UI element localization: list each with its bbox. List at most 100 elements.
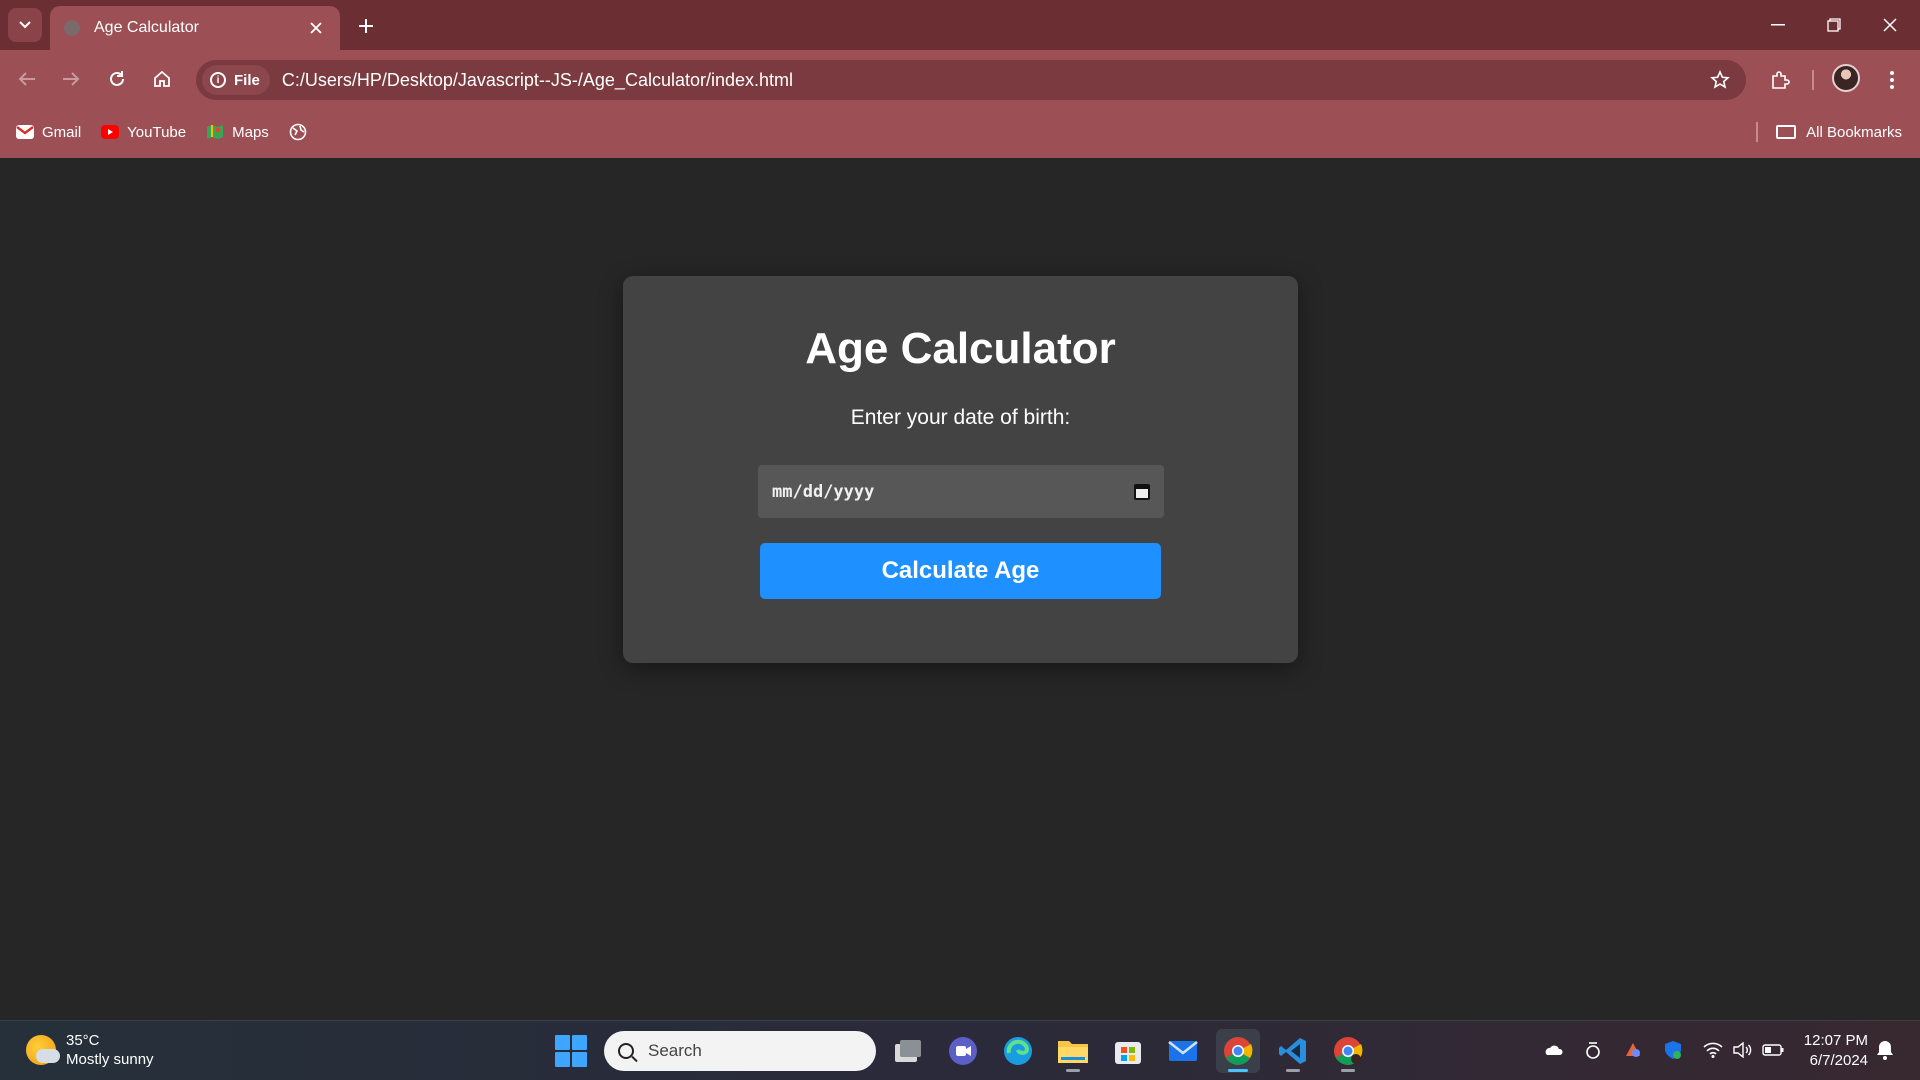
calculate-age-button[interactable]: Calculate Age [760,543,1161,599]
star-icon [1710,70,1730,89]
partly-sunny-icon [26,1035,60,1065]
wifi-icon[interactable] [1702,1039,1724,1061]
mail-icon [1168,1041,1198,1061]
onedrive-icon[interactable] [1542,1039,1564,1061]
address-bar[interactable]: i File C:/Users/HP/Desktop/Javascript--J… [196,60,1746,100]
windows-logo-icon [555,1035,570,1050]
system-clock[interactable]: 12:07 PM 6/7/2024 [1800,1031,1868,1071]
running-indicator [1286,1069,1300,1072]
chrome-icon [1334,1037,1363,1065]
bookmark-star-button[interactable] [1702,62,1738,98]
dob-label: Enter your date of birth: [850,406,1071,429]
plus-icon [359,19,373,33]
puzzle-icon [1772,71,1790,89]
page-title: Age Calculator [805,324,1116,373]
extensions-button[interactable] [1762,62,1798,98]
security-shield-icon[interactable] [1662,1039,1684,1061]
maps-icon [207,125,224,139]
reload-button[interactable] [98,60,136,98]
arrow-left-icon [18,72,35,86]
taskbar-search-placeholder: Search [648,1041,702,1060]
new-tab-button[interactable] [352,12,380,40]
calendar-icon[interactable] [1134,483,1150,500]
back-button[interactable] [8,60,46,98]
clock-date: 6/7/2024 [1809,1052,1868,1069]
active-indicator [1228,1069,1248,1072]
info-icon: i [210,72,226,88]
chevron-down-icon [19,21,31,29]
bookmark-globe[interactable] [289,123,307,141]
bookmark-label: YouTube [127,123,187,141]
vscode-icon [1279,1038,1306,1064]
close-icon [310,22,322,34]
weather-temperature: 35°C [66,1032,100,1049]
browser-menu-button[interactable] [1876,62,1908,98]
browser-titlebar: Age Calculator [0,0,1920,50]
home-icon [154,70,170,87]
start-button[interactable] [555,1035,587,1067]
bookmark-maps[interactable]: Maps [206,124,269,141]
volume-icon[interactable] [1732,1039,1754,1061]
running-indicator [1341,1069,1355,1072]
bookmark-gmail[interactable]: Gmail [16,124,81,141]
arrow-right-icon [63,72,80,86]
clock-time: 12:07 PM [1803,1032,1868,1049]
restore-button[interactable] [1814,8,1854,42]
folder-icon [1058,1041,1088,1063]
url-text[interactable]: C:/Users/HP/Desktop/Javascript--JS-/Age_… [282,70,1702,91]
task-view-button[interactable] [886,1029,930,1073]
weather-condition: Mostly sunny [66,1051,154,1068]
minimize-button[interactable] [1758,8,1798,42]
hotspot-icon[interactable] [1582,1039,1604,1061]
minimize-icon [1771,24,1785,26]
search-icon [618,1043,634,1059]
folder-icon [1776,125,1797,139]
mail-button[interactable] [1161,1029,1205,1073]
gmail-icon [16,125,34,139]
site-info-chip[interactable]: i File [202,65,270,95]
weather-widget[interactable]: 35°C Mostly sunny [26,1031,154,1069]
all-bookmarks-button[interactable]: All Bookmarks [1776,110,1902,154]
tab-title: Age Calculator [94,19,199,36]
bookmarks-bar: Gmail YouTube Maps All Bookmarks [0,110,1920,154]
microsoft-store-button[interactable] [1106,1029,1150,1073]
task-view-icon [895,1040,921,1062]
all-bookmarks-label: All Bookmarks [1806,123,1902,141]
app-tray-icon[interactable] [1622,1039,1644,1061]
site-info-label: File [234,71,260,89]
windows-taskbar: 35°C Mostly sunny Search 12:07 PM 6/7/20… [0,1020,1920,1080]
close-window-button[interactable] [1870,8,1910,42]
notification-bell-icon[interactable] [1875,1039,1895,1061]
file-explorer-button[interactable] [1051,1029,1095,1073]
bookmark-youtube[interactable]: YouTube [101,124,186,141]
age-calculator-card: Age Calculator Enter your date of birth:… [623,276,1298,663]
edge-button[interactable] [996,1029,1040,1073]
globe-icon [289,123,307,141]
reload-icon [110,71,124,86]
browser-toolbar: i File C:/Users/HP/Desktop/Javascript--J… [0,50,1920,158]
teams-meet-button[interactable] [941,1029,985,1073]
date-of-birth-input[interactable]: mm/dd/yyyy [758,465,1164,518]
date-placeholder: mm/dd/yyyy [772,481,875,502]
chrome-profile-button[interactable] [1326,1029,1370,1073]
chrome-button[interactable] [1216,1029,1260,1073]
favicon-icon [64,20,80,36]
store-icon [1115,1042,1141,1064]
battery-icon[interactable] [1762,1039,1784,1061]
forward-button[interactable] [52,60,90,98]
video-chat-icon [949,1037,977,1065]
chrome-icon [1224,1037,1253,1065]
tab-search-button[interactable] [8,8,42,42]
vscode-button[interactable] [1271,1029,1315,1073]
kebab-menu-icon [1890,71,1894,89]
edge-icon [1004,1037,1032,1065]
toolbar-divider [1812,70,1814,90]
tab-close-button[interactable] [306,18,326,38]
profile-avatar[interactable] [1832,64,1860,92]
home-button[interactable] [143,60,181,98]
taskbar-search[interactable]: Search [604,1031,876,1071]
youtube-icon [101,125,120,139]
tab-age-calculator[interactable]: Age Calculator [50,6,340,50]
running-indicator [1066,1069,1080,1072]
bookmarks-divider [1756,122,1758,142]
